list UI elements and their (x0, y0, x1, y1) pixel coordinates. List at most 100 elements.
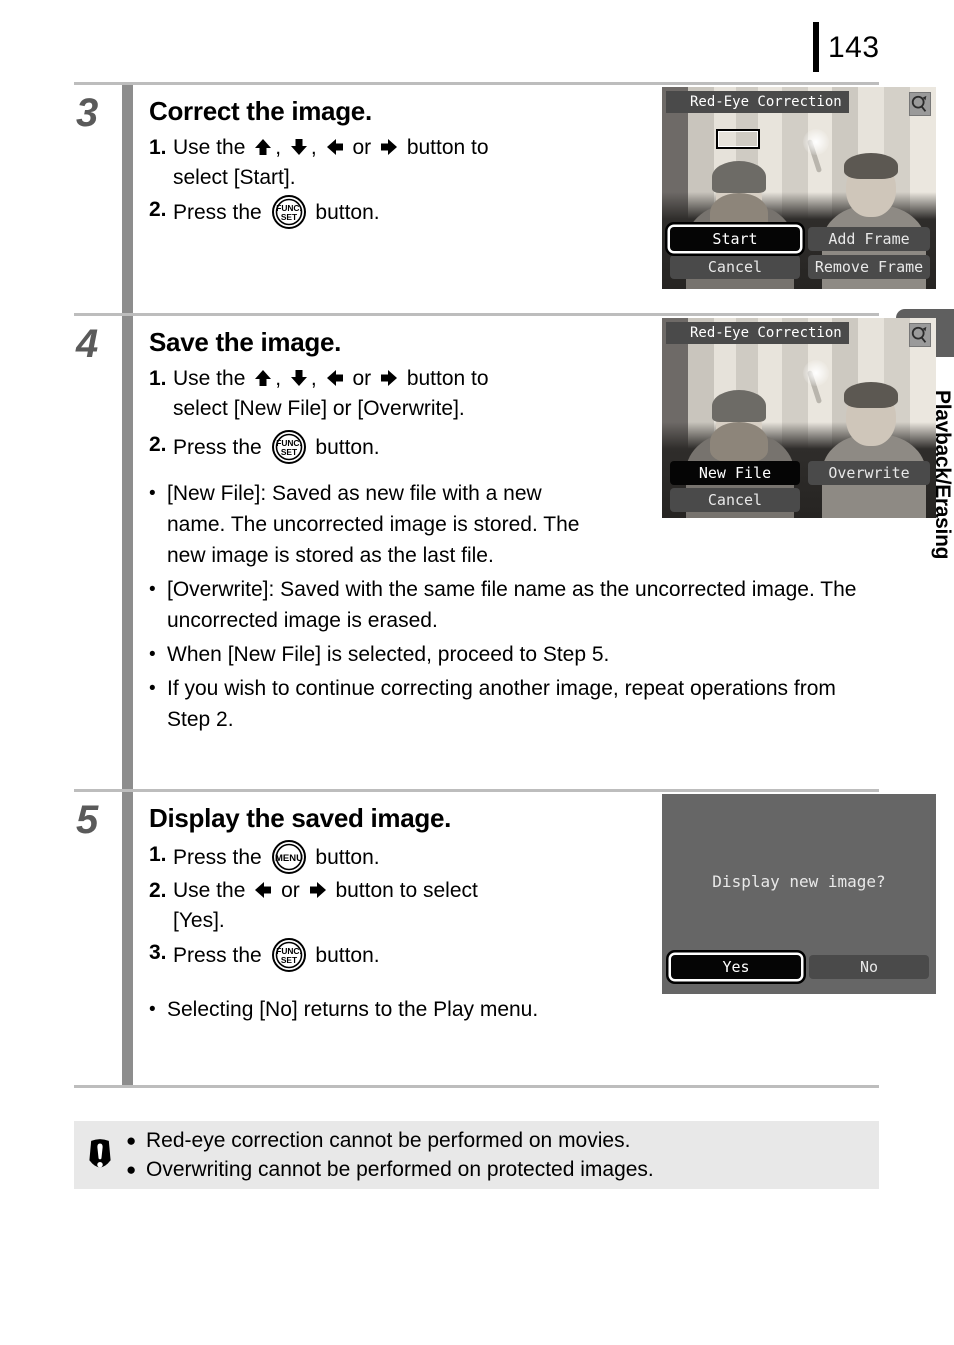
step-number: 5 (76, 798, 99, 842)
divider (74, 1085, 879, 1088)
substep-marker: 1. (149, 843, 167, 866)
note-text: If you wish to continue correcting anoth… (167, 677, 836, 731)
step-3-body: Correct the image. 1. Use the , , or but… (133, 85, 936, 313)
left-arrow-icon (324, 367, 346, 389)
svg-text:SET: SET (280, 955, 297, 965)
caution-list: ● Red-eye correction cannot be performed… (126, 1126, 654, 1184)
screen-button-no[interactable]: No (809, 955, 929, 979)
screen-button-start[interactable]: Start (670, 227, 800, 251)
substep-marker: 2. (149, 433, 167, 456)
svg-text:SET: SET (280, 447, 297, 457)
screen-button-add-frame[interactable]: Add Frame (808, 227, 930, 251)
bullet-dot: • (149, 678, 156, 699)
camera-screen-step3: Red-Eye Correction Start Add Frame Cance… (662, 87, 936, 289)
note-text: [New File]: Saved as new file with a new… (167, 482, 580, 567)
screen-button-remove-frame[interactable]: Remove Frame (808, 255, 930, 279)
caution-bullet: ● (126, 1131, 137, 1150)
substep-comma: , (275, 136, 282, 159)
step-accent-bar (122, 316, 133, 789)
screen-button-new-file[interactable]: New File (670, 461, 800, 485)
step-accent-bar (122, 792, 133, 1085)
screen-title: Red-Eye Correction (666, 322, 849, 344)
camera-screen-step5: Display new image? Yes No (662, 794, 936, 994)
bullet-dot: • (149, 644, 156, 665)
bullet-dot: • (149, 999, 156, 1020)
bullet-dot: • (149, 579, 156, 600)
substep-post: button to (406, 136, 489, 159)
note-text: [Overwrite]: Saved with the same file na… (167, 578, 857, 632)
step-5-number-col: 5 (74, 792, 122, 1085)
screen-button-yes[interactable]: Yes (671, 955, 801, 979)
func-set-button-icon: FUNC. SET (271, 195, 306, 229)
substep-or: or (281, 879, 300, 902)
substep-pre: Press the (173, 436, 262, 459)
substep-pre: Use the (173, 879, 246, 902)
substep-marker: 2. (149, 198, 167, 221)
substep-line2: [Yes]. (173, 909, 225, 932)
note-item: • When [New File] is selected, proceed t… (149, 639, 879, 670)
person-left-hat (712, 390, 766, 422)
menu-button-icon: MENU (271, 840, 306, 874)
substep-marker: 3. (149, 941, 167, 964)
magnifier-icon (909, 92, 931, 116)
up-arrow-icon (252, 136, 274, 158)
right-arrow-icon (378, 136, 400, 158)
substep-pre: Press the (173, 846, 262, 869)
person-right-hair (844, 153, 898, 179)
caution-item: ● Red-eye correction cannot be performed… (126, 1126, 654, 1155)
substep-marker: 1. (149, 367, 167, 390)
step-4-number-col: 4 (74, 316, 122, 789)
substep-or: or (352, 367, 372, 390)
right-arrow-icon (378, 367, 400, 389)
down-arrow-icon (288, 136, 310, 158)
note-item: • If you wish to continue correcting ano… (149, 673, 879, 735)
header-rule (813, 22, 819, 72)
step-number: 4 (76, 322, 99, 366)
step-4: 4 Save the image. 1. Use the , , or butt… (74, 316, 936, 789)
substep-comma2: , (310, 136, 317, 159)
screen-button-overwrite[interactable]: Overwrite (808, 461, 930, 485)
step-4-body: Save the image. 1. Use the , , or button… (133, 316, 936, 789)
dialog-message: Display new image? (712, 872, 886, 891)
substep-comma2: , (310, 367, 317, 390)
caution-bullet: ● (126, 1160, 137, 1179)
screen-title: Red-Eye Correction (666, 91, 849, 113)
substep-pre: Press the (173, 944, 262, 967)
substep-post: button. (315, 201, 380, 224)
person-left-hat (712, 161, 766, 193)
substep-post: button. (315, 846, 380, 869)
substep-marker: 1. (149, 136, 167, 159)
person-right-hair (844, 382, 898, 408)
person-left-hair (710, 422, 768, 462)
step-accent-bar (122, 85, 133, 313)
substep-pre: Use the (173, 367, 246, 390)
bullet-dot: • (149, 483, 156, 504)
caution-box: ● Red-eye correction cannot be performed… (74, 1121, 879, 1189)
step-5-body: Display the saved image. 1. Press the ME… (133, 792, 936, 1085)
substep-post: button. (315, 436, 380, 459)
substep-post: button. (315, 944, 380, 967)
screen-button-cancel[interactable]: Cancel (670, 488, 800, 512)
page-header: 143 (0, 0, 954, 78)
step-5: 5 Display the saved image. 1. Press the (74, 792, 936, 1085)
down-arrow-icon (288, 367, 310, 389)
left-arrow-icon (324, 136, 346, 158)
caution-text: Overwriting cannot be performed on prote… (146, 1158, 654, 1181)
substep-pre: Use the (173, 136, 246, 159)
caution-text: Red-eye correction cannot be performed o… (146, 1129, 631, 1152)
caution-item: ● Overwriting cannot be performed on pro… (126, 1155, 654, 1184)
screen-button-cancel[interactable]: Cancel (670, 255, 800, 279)
step-number: 3 (76, 91, 99, 135)
manual-page: 143 Playback/Erasing 3 Correct the image… (0, 0, 954, 1345)
substep-comma: , (275, 367, 282, 390)
page-number: 143 (828, 31, 880, 64)
substep-pre: Press the (173, 201, 262, 224)
note-text: Selecting [No] returns to the Play menu. (167, 998, 539, 1021)
step-3: 3 Correct the image. 1. Use the , , or b… (74, 85, 936, 313)
substep-post: button to select (335, 879, 478, 902)
right-arrow-icon (307, 879, 329, 901)
face-selection-frame (716, 129, 760, 149)
svg-text:SET: SET (280, 212, 297, 222)
note-item: • [Overwrite]: Saved with the same file … (149, 574, 879, 636)
substep-or: or (352, 136, 372, 159)
